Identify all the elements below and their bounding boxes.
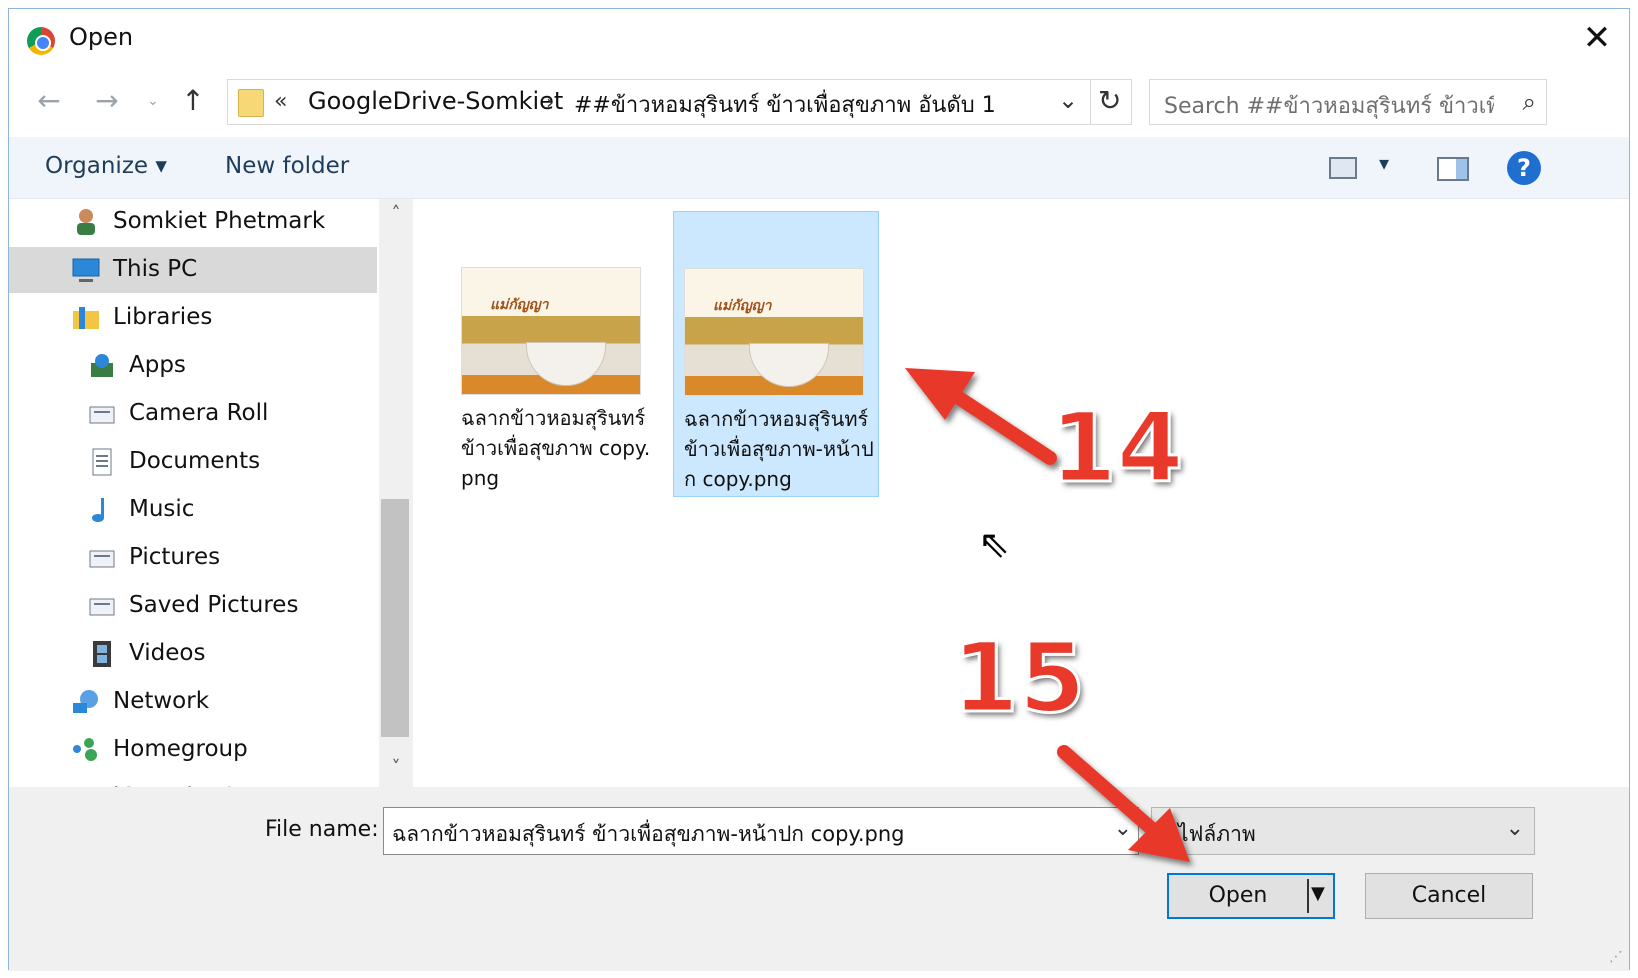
sidebar-item-homegroup[interactable]: Homegroup [9,727,379,773]
search-input[interactable]: Search ##ข้าวหอมสุรินทร์ ข้าวเพื่อ... [1164,88,1494,123]
sidebar-item-camera-roll[interactable]: Camera Roll [9,391,379,437]
thumbnail-label: แม่กัญญา [490,297,549,313]
step-15-label: 15 [951,621,1088,736]
address-divider [1090,80,1091,124]
search-box[interactable]: Search ##ข้าวหอมสุรินทร์ ข้าวเพื่อ... ⌕ [1149,79,1547,125]
file-name-field-label: File name: [265,817,379,842]
navigation-pane: Somkiet Phetmark This PC Libraries Apps … [9,199,413,787]
sidebar-item-label: Pictures [129,544,221,570]
step-14-label: 14 [1049,391,1186,506]
sidebar-item-label: Apps [129,352,186,378]
back-button[interactable]: ← [29,81,69,121]
sidebar-item-label: Videos [129,640,206,666]
file-thumbnail: แม่กัญญา [684,268,864,396]
sidebar-item-apps[interactable]: Apps [9,343,379,389]
close-button[interactable]: ✕ [1573,15,1621,63]
user-icon [77,209,95,235]
organize-button[interactable]: Organize ▾ [45,153,167,179]
sidebar-item-saved-pictures[interactable]: Saved Pictures [9,583,379,629]
computer-icon [72,258,100,282]
sidebar-item-label: Libraries [113,304,213,330]
file-name-value[interactable]: ฉลากข้าวหอมสุรินทร์ ข้าวเพื่อสุขภาพ-หน้า… [392,818,904,851]
sidebar-item-libraries[interactable]: Libraries [9,295,379,341]
dialog-title: Open [69,23,134,51]
rice-bowl-image [526,342,606,386]
forward-button[interactable]: → [87,81,127,121]
sidebar-item-label: Music [129,496,195,522]
change-view-icon[interactable] [1329,157,1357,179]
scroll-down-icon[interactable]: ˅ [379,757,413,787]
file-thumbnail: แม่กัญญา [461,267,641,395]
command-bar: Organize ▾ New folder ▾ ? [9,137,1629,199]
folder-icon [89,406,115,424]
file-item[interactable]: แม่กัญญา ฉลากข้าวหอมสุรินทร์ ข้าวเพื่อสุ… [451,211,657,497]
breadcrumb-current-folder[interactable]: ##ข้าวหอมสุรินทร์ ข้าวเพื่อสุขภาพ อันดับ… [574,87,996,122]
file-item-selected[interactable]: แม่กัญญา ฉลากข้าวหอมสุรินทร์ ข้าวเพื่อสุ… [673,211,879,497]
file-name-label: ฉลากข้าวหอมสุรินทร์ ข้าวเพื่อสุขภาพ-หน้า… [684,407,874,491]
network-icon [73,690,98,713]
sidebar-item-videos[interactable]: Videos [9,631,379,677]
sidebar-item-pictures[interactable]: Pictures [9,535,379,581]
address-bar[interactable]: « GoogleDrive-Somkiet › ##ข้าวหอมสุรินทร… [227,79,1132,125]
sidebar-item-label: Homegroup [113,736,248,762]
thumbnail-label: แม่กัญญา [713,298,772,314]
open-button-label: Open [1208,883,1268,908]
homegroup-icon [73,738,97,761]
new-folder-button[interactable]: New folder [225,153,349,179]
chrome-icon [27,27,55,55]
resize-grip-icon[interactable]: ⋰ [1609,949,1623,965]
open-options-dropdown-icon[interactable]: ▼ [1311,883,1325,904]
sidebar-item-label: Saved Pictures [129,592,299,618]
sidebar-item-music[interactable]: Music [9,487,379,533]
open-dialog: Open ✕ ← → ⌄ ↑ « GoogleDrive-Somkiet › #… [8,8,1630,971]
folder-icon [238,89,264,117]
breadcrumb-overflow-icon[interactable]: « [274,89,287,114]
pictures-icon [89,598,115,616]
sidebar-item-this-pc[interactable]: This PC [9,247,377,293]
address-row: ← → ⌄ ↑ « GoogleDrive-Somkiet › ##ข้าวหอ… [9,73,1629,129]
sidebar-item-label: Somkiet Phetmark [113,208,326,234]
help-icon[interactable]: ? [1507,151,1541,185]
breadcrumb-separator-icon[interactable]: › [546,90,554,114]
preview-pane-icon[interactable] [1437,157,1469,181]
view-options-dropdown[interactable]: ▾ [1379,151,1389,175]
file-name-label: ฉลากข้าวหอมสุรินทร์ ข้าวเพื่อสุขภาพ copy… [461,406,651,490]
sidebar-item-icanwin10[interactable]: iCanWin10 [9,775,379,787]
libraries-icon [73,307,99,329]
sidebar-item-label: This PC [113,256,198,282]
scrollbar-thumb[interactable] [381,499,409,737]
title-bar: Open ✕ [9,9,1629,69]
pictures-icon [89,550,115,568]
open-split-divider [1307,879,1309,913]
search-icon: ⌕ [1522,88,1536,116]
address-dropdown-icon[interactable]: ⌄ [1058,86,1078,114]
mouse-cursor-icon: ⇖ [978,522,1010,566]
refresh-icon[interactable]: ↻ [1098,84,1121,117]
up-button[interactable]: ↑ [173,81,213,121]
file-name-dropdown-icon[interactable]: ⌄ [1114,816,1132,841]
navigation-scrollbar[interactable]: ˄ ˅ [379,199,413,787]
dialog-footer: File name: ฉลากข้าวหอมสุรินทร์ ข้าวเพื่อ… [9,787,1629,971]
recent-locations-button[interactable]: ⌄ [143,81,163,121]
file-name-field[interactable]: ฉลากข้าวหอมสุรินทร์ ข้าวเพื่อสุขภาพ-หน้า… [383,807,1139,855]
apps-icon [91,354,113,377]
sidebar-item-documents[interactable]: Documents [9,439,379,485]
music-icon [92,498,104,522]
open-button[interactable]: Open ▼ [1167,873,1335,919]
sidebar-item-label: Documents [129,448,261,474]
cancel-button[interactable]: Cancel [1365,873,1533,919]
sidebar-item-network[interactable]: Network [9,679,379,725]
scroll-up-icon[interactable]: ˄ [379,203,413,233]
documents-icon [92,448,112,476]
rice-bowl-image [749,343,829,387]
file-type-select[interactable]: ไฟล์ภาพ ⌄ [1151,807,1535,855]
file-type-value: ไฟล์ภาพ [1178,822,1256,846]
videos-icon [93,641,111,667]
file-type-dropdown-icon[interactable]: ⌄ [1506,816,1524,841]
sidebar-item-label: Network [113,688,210,714]
breadcrumb-googledrive[interactable]: GoogleDrive-Somkiet [308,87,563,115]
sidebar-item-label: Camera Roll [129,400,269,426]
sidebar-item-somkiet[interactable]: Somkiet Phetmark [9,199,379,245]
